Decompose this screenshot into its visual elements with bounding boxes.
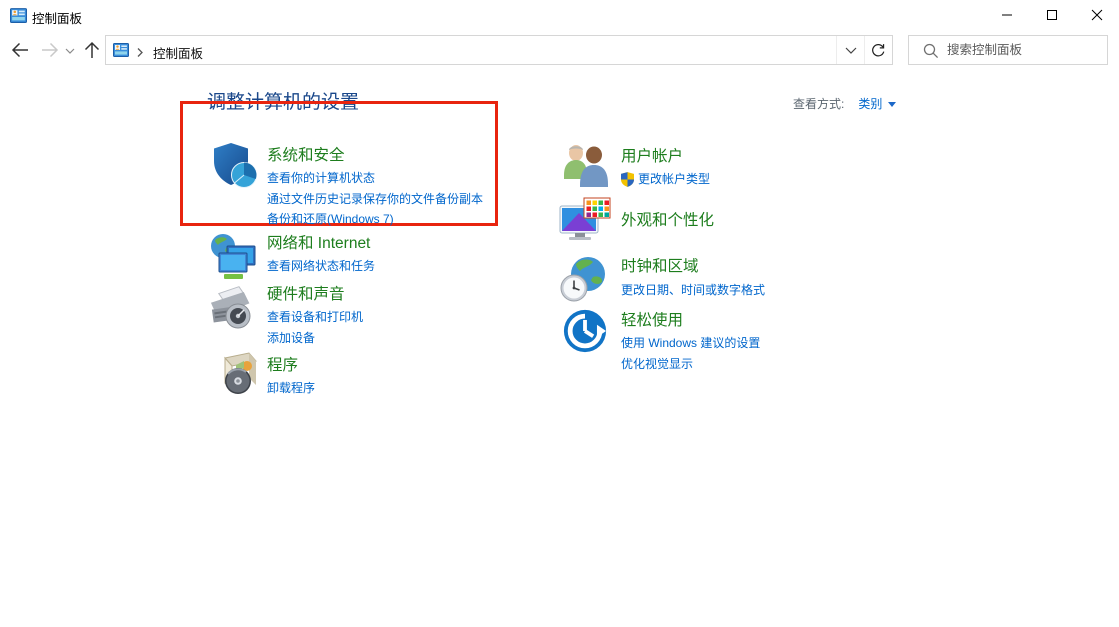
category-user-accounts: 用户帐户 更改帐户类型 (562, 143, 862, 193)
category-title-ease-of-access[interactable]: 轻松使用 (621, 311, 921, 331)
software-box-icon[interactable] (216, 351, 260, 402)
link-view-network-status[interactable]: 查看网络状态和任务 (267, 256, 567, 277)
address-bar[interactable]: 控制面板 (105, 35, 893, 65)
view-by-control: 查看方式: 类别 (793, 95, 897, 112)
shield-pie-icon[interactable] (211, 141, 259, 196)
up-button[interactable] (83, 40, 101, 60)
link-optimize-visual-display[interactable]: 优化视觉显示 (621, 354, 921, 375)
category-title-user-accounts[interactable]: 用户帐户 (621, 147, 921, 167)
breadcrumb-chevron-icon[interactable] (136, 45, 144, 63)
up-arrow-icon (84, 41, 100, 58)
breadcrumb-location-icon (113, 42, 129, 63)
globe-monitors-icon[interactable] (208, 233, 259, 286)
link-change-account-type[interactable]: 更改帐户类型 (621, 169, 921, 190)
chevron-down-icon (845, 47, 856, 54)
close-button[interactable] (1074, 0, 1119, 30)
category-title-appearance-personalization[interactable]: 外观和个性化 (621, 211, 921, 231)
monitor-palette-icon[interactable] (558, 196, 612, 249)
search-box[interactable] (908, 35, 1108, 65)
refresh-button[interactable] (864, 36, 892, 64)
link-view-computer-status[interactable]: 查看你的计算机状态 (267, 168, 567, 189)
link-add-device[interactable]: 添加设备 (267, 328, 567, 349)
navigation-bar: 控制面板 (0, 31, 1119, 69)
minimize-button[interactable] (984, 0, 1029, 30)
category-hardware-sound: 硬件和声音 查看设备和打印机 添加设备 (205, 283, 515, 345)
titlebar: 控制面板 (0, 0, 1119, 31)
category-title-hardware-sound[interactable]: 硬件和声音 (267, 285, 567, 305)
window-title: 控制面板 (32, 12, 83, 26)
link-change-date-time-number-formats[interactable]: 更改日期、时间或数字格式 (621, 280, 921, 301)
chevron-down-icon (65, 48, 75, 54)
address-dropdown-button[interactable] (836, 36, 864, 64)
printer-sound-icon[interactable] (205, 283, 260, 342)
globe-clock-icon[interactable] (560, 255, 610, 308)
link-file-history-backup[interactable]: 通过文件历史记录保存你的文件备份副本 (267, 189, 567, 210)
recent-locations-dropdown[interactable] (64, 46, 76, 55)
breadcrumb-control-panel[interactable]: 控制面板 (153, 43, 203, 62)
category-title-network-internet[interactable]: 网络和 Internet (267, 234, 567, 254)
category-clock-region: 时钟和区域 更改日期、时间或数字格式 (560, 255, 860, 305)
category-title-system-security[interactable]: 系统和安全 (267, 146, 567, 166)
page-title: 调整计算机的设置 (207, 92, 360, 113)
view-by-caret-icon[interactable] (888, 102, 897, 107)
link-windows-suggest-settings[interactable]: 使用 Windows 建议的设置 (621, 333, 921, 354)
close-icon (1091, 9, 1102, 21)
link-uninstall-program[interactable]: 卸载程序 (267, 378, 567, 399)
search-input[interactable] (947, 37, 1102, 63)
category-ease-of-access: 轻松使用 使用 Windows 建议的设置 优化视觉显示 (562, 308, 862, 371)
view-by-label: 查看方式: (793, 97, 845, 111)
category-appearance-personalization: 外观和个性化 (558, 196, 858, 246)
category-title-clock-region[interactable]: 时钟和区域 (621, 257, 921, 277)
link-backup-restore-win7[interactable]: 备份和还原(Windows 7) (267, 209, 567, 230)
link-view-devices-printers[interactable]: 查看设备和打印机 (267, 307, 567, 328)
back-arrow-icon (11, 42, 28, 58)
uac-shield-icon (621, 171, 634, 187)
control-panel-app-icon (10, 7, 27, 29)
two-users-icon[interactable] (562, 143, 610, 192)
maximize-icon (1046, 10, 1057, 20)
search-icon (923, 43, 939, 64)
view-by-value[interactable]: 类别 (858, 97, 882, 111)
category-system-security: 系统和安全 查看你的计算机状态 通过文件历史记录保存你的文件备份副本 备份和还原… (211, 141, 521, 226)
category-title-programs[interactable]: 程序 (267, 356, 567, 376)
minimize-icon (1001, 14, 1012, 16)
back-button[interactable] (10, 41, 30, 59)
ease-of-access-icon[interactable] (562, 308, 608, 359)
maximize-button[interactable] (1029, 0, 1074, 30)
refresh-icon (872, 43, 885, 56)
category-programs: 程序 卸载程序 (216, 351, 526, 401)
forward-arrow-icon (42, 42, 59, 58)
category-network-internet: 网络和 Internet 查看网络状态和任务 (208, 233, 518, 283)
forward-button-disabled[interactable] (40, 41, 60, 59)
